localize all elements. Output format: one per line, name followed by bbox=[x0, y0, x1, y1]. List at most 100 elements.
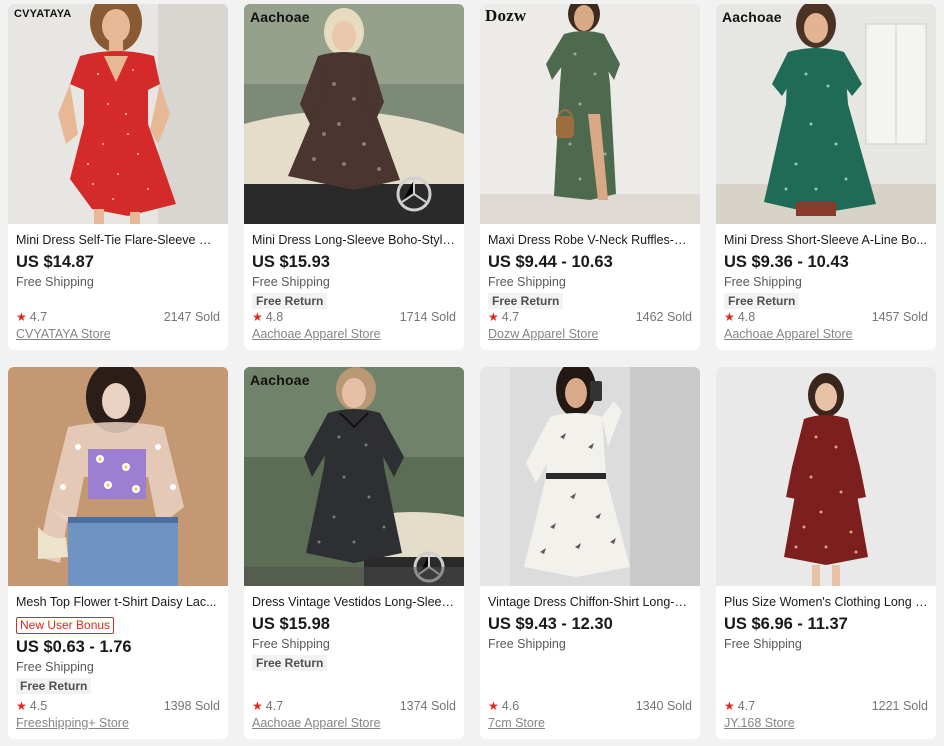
product-info: Mini Dress Short-Sleeve A-Line Bo... US … bbox=[716, 233, 936, 310]
product-info: Plus Size Women's Clothing Long S... US … bbox=[716, 595, 936, 652]
sold-count: 1457 Sold bbox=[871, 310, 928, 324]
product-photo bbox=[8, 367, 228, 586]
product-image[interactable]: Aachoae bbox=[244, 367, 464, 586]
product-title[interactable]: Mini Dress Long-Sleeve Boho-Style... bbox=[252, 233, 456, 248]
store-link[interactable]: Aachoae Apparel Store bbox=[252, 326, 456, 342]
product-price: US $15.98 bbox=[252, 615, 330, 633]
product-price: US $9.44 - 10.63 bbox=[488, 253, 613, 271]
free-return-badge: Free Return bbox=[488, 293, 564, 309]
product-card[interactable]: Aachoae Dress Vintage Vestidos Long-Slee… bbox=[244, 367, 464, 739]
product-title[interactable]: Dress Vintage Vestidos Long-Sleev... bbox=[252, 595, 456, 610]
product-image[interactable]: Aachoae bbox=[716, 4, 936, 224]
product-photo bbox=[480, 4, 700, 224]
product-image[interactable] bbox=[716, 367, 936, 586]
sold-count: 1398 Sold bbox=[163, 699, 220, 713]
product-title[interactable]: Plus Size Women's Clothing Long S... bbox=[724, 595, 928, 610]
product-info: Mesh Top Flower t-Shirt Daisy Lac... New… bbox=[8, 595, 228, 695]
product-photo bbox=[8, 4, 228, 224]
product-photo bbox=[716, 367, 936, 586]
product-image[interactable]: CVYATAYA bbox=[8, 4, 228, 224]
rating-row: ★ 4.7 1374 Sold bbox=[252, 699, 456, 714]
brand-watermark: Dozw bbox=[485, 6, 527, 25]
store-link[interactable]: CVYATAYA Store bbox=[16, 326, 220, 342]
rating-value: 4.7 bbox=[501, 310, 520, 324]
rating-value: 4.8 bbox=[265, 310, 284, 324]
product-price: US $9.36 - 10.43 bbox=[724, 253, 849, 271]
card-footer: ★ 4.8 1714 Sold Aachoae Apparel Store bbox=[252, 310, 456, 342]
sold-count: 1714 Sold bbox=[399, 310, 456, 324]
rating-row: ★ 4.8 1714 Sold bbox=[252, 310, 456, 325]
product-photo bbox=[716, 4, 936, 224]
brand-watermark: Aachoae bbox=[250, 372, 310, 388]
free-return-badge: Free Return bbox=[252, 293, 328, 309]
store-link[interactable]: JY.168 Store bbox=[724, 715, 928, 731]
store-link[interactable]: Freeshipping+ Store bbox=[16, 715, 220, 731]
sold-count: 1340 Sold bbox=[635, 699, 692, 713]
shipping-label: Free Shipping bbox=[724, 637, 802, 651]
card-footer: ★ 4.5 1398 Sold Freeshipping+ Store bbox=[16, 699, 220, 731]
product-price: US $14.87 bbox=[16, 253, 94, 271]
store-link[interactable]: Aachoae Apparel Store bbox=[724, 326, 928, 342]
sold-count: 1462 Sold bbox=[635, 310, 692, 324]
card-footer: ★ 4.7 1221 Sold JY.168 Store bbox=[724, 699, 928, 731]
product-title[interactable]: Mesh Top Flower t-Shirt Daisy Lac... bbox=[16, 595, 220, 610]
product-info: Maxi Dress Robe V-Neck Ruffles-W... US $… bbox=[480, 233, 700, 310]
card-footer: ★ 4.6 1340 Sold 7cm Store bbox=[488, 699, 692, 731]
product-card[interactable]: Mesh Top Flower t-Shirt Daisy Lac... New… bbox=[8, 367, 228, 739]
rating-row: ★ 4.8 1457 Sold bbox=[724, 310, 928, 325]
star-icon: ★ bbox=[16, 699, 27, 713]
product-info: Dress Vintage Vestidos Long-Sleev... US … bbox=[244, 595, 464, 672]
shipping-label: Free Shipping bbox=[488, 637, 566, 651]
product-price: US $0.63 - 1.76 bbox=[16, 638, 132, 656]
rating-row: ★ 4.7 1221 Sold bbox=[724, 699, 928, 714]
card-footer: ★ 4.7 2147 Sold CVYATAYA Store bbox=[16, 310, 220, 342]
product-price: US $15.93 bbox=[252, 253, 330, 271]
card-footer: ★ 4.7 1462 Sold Dozw Apparel Store bbox=[488, 310, 692, 342]
rating-row: ★ 4.7 2147 Sold bbox=[16, 310, 220, 325]
rating-value: 4.7 bbox=[737, 699, 756, 713]
sold-count: 1374 Sold bbox=[399, 699, 456, 713]
product-title[interactable]: Vintage Dress Chiffon-Shirt Long-Sl... bbox=[488, 595, 692, 610]
store-link[interactable]: Dozw Apparel Store bbox=[488, 326, 692, 342]
star-icon: ★ bbox=[16, 310, 27, 324]
sold-count: 1221 Sold bbox=[871, 699, 928, 713]
product-image[interactable] bbox=[8, 367, 228, 586]
rating-value: 4.7 bbox=[265, 699, 284, 713]
product-photo bbox=[480, 367, 700, 586]
product-card[interactable]: CVYATAYA Mini Dress Self-Tie Flare-Sleev… bbox=[8, 4, 228, 350]
card-footer: ★ 4.7 1374 Sold Aachoae Apparel Store bbox=[252, 699, 456, 731]
shipping-label: Free Shipping bbox=[16, 660, 94, 674]
product-card[interactable]: Aachoae Mini Dress Long-Sleeve Boho-Styl… bbox=[244, 4, 464, 350]
product-card[interactable]: Vintage Dress Chiffon-Shirt Long-Sl... U… bbox=[480, 367, 700, 739]
product-title[interactable]: Maxi Dress Robe V-Neck Ruffles-W... bbox=[488, 233, 692, 248]
rating-row: ★ 4.6 1340 Sold bbox=[488, 699, 692, 714]
store-link[interactable]: 7cm Store bbox=[488, 715, 692, 731]
product-card[interactable]: Aachoae Mini Dress Short-Sleeve A-Line B… bbox=[716, 4, 936, 350]
product-image[interactable]: Dozw bbox=[480, 4, 700, 224]
product-card[interactable]: Dozw Maxi Dress Robe V-Neck Ruffles-W...… bbox=[480, 4, 700, 350]
free-return-badge: Free Return bbox=[724, 293, 800, 309]
brand-watermark: Aachoae bbox=[722, 9, 782, 25]
store-link[interactable]: Aachoae Apparel Store bbox=[252, 715, 456, 731]
shipping-label: Free Shipping bbox=[16, 275, 94, 289]
product-photo bbox=[244, 367, 464, 586]
rating-row: ★ 4.7 1462 Sold bbox=[488, 310, 692, 325]
product-photo bbox=[244, 4, 464, 224]
brand-watermark: Aachoae bbox=[250, 9, 310, 25]
star-icon: ★ bbox=[252, 699, 263, 713]
free-return-badge: Free Return bbox=[252, 655, 328, 671]
product-card[interactable]: Plus Size Women's Clothing Long S... US … bbox=[716, 367, 936, 739]
product-info: Mini Dress Long-Sleeve Boho-Style... US … bbox=[244, 233, 464, 310]
product-info: Mini Dress Self-Tie Flare-Sleeve Ru... U… bbox=[8, 233, 228, 290]
product-title[interactable]: Mini Dress Self-Tie Flare-Sleeve Ru... bbox=[16, 233, 220, 248]
shipping-label: Free Shipping bbox=[252, 637, 330, 651]
product-image[interactable] bbox=[480, 367, 700, 586]
product-image[interactable]: Aachoae bbox=[244, 4, 464, 224]
rating-value: 4.5 bbox=[29, 699, 48, 713]
product-price: US $9.43 - 12.30 bbox=[488, 615, 613, 633]
product-title[interactable]: Mini Dress Short-Sleeve A-Line Bo... bbox=[724, 233, 928, 248]
product-info: Vintage Dress Chiffon-Shirt Long-Sl... U… bbox=[480, 595, 700, 652]
rating-value: 4.8 bbox=[737, 310, 756, 324]
free-return-badge: Free Return bbox=[16, 678, 92, 694]
new-user-bonus-badge: New User Bonus bbox=[16, 617, 115, 634]
